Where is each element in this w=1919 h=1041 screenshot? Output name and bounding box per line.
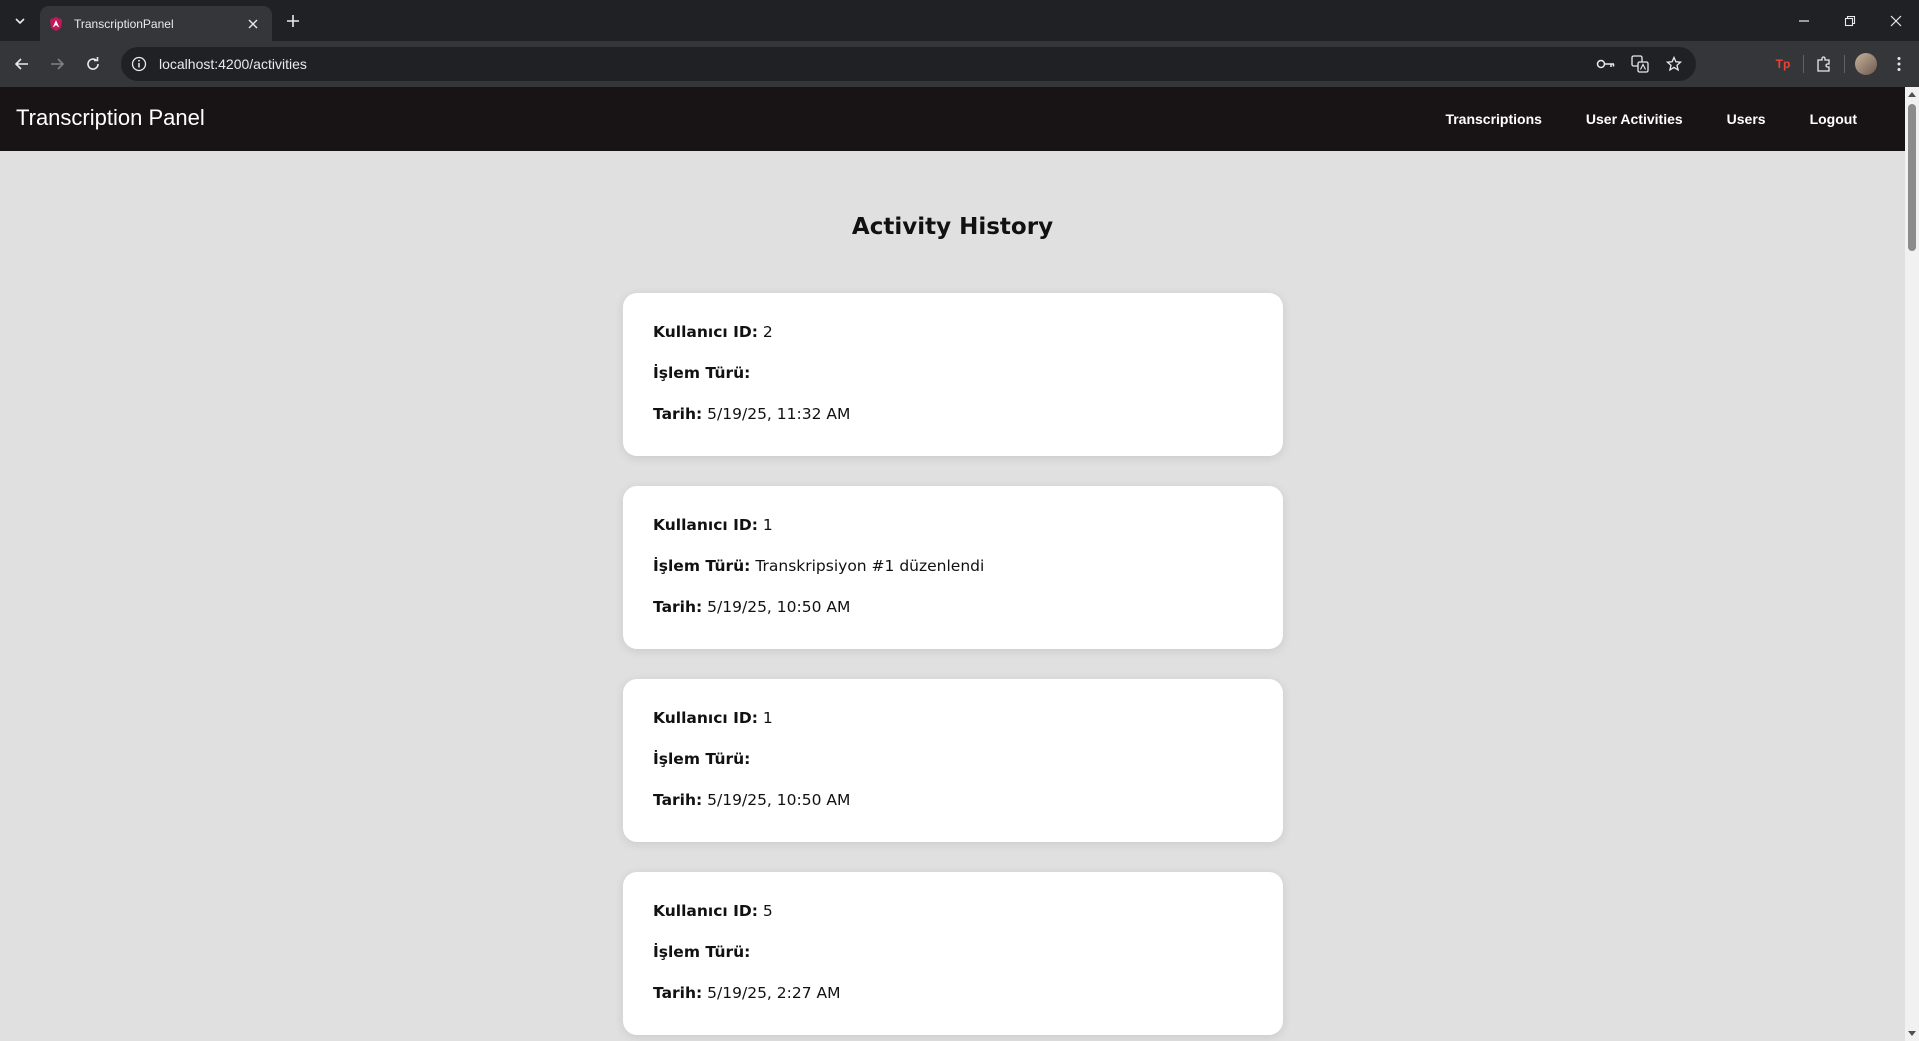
action-type-label: İşlem Türü: [653, 750, 751, 768]
translate-icon[interactable] [1630, 54, 1650, 74]
arrow-right-icon [51, 58, 65, 70]
user-id-value: 1 [762, 516, 773, 534]
activity-list: Kullanıcı ID: 2 İşlem Türü: Tarih: 5/19/… [623, 293, 1283, 1041]
user-id-label: Kullanıcı ID: [653, 709, 758, 727]
user-id-row: Kullanıcı ID: 1 [653, 512, 1253, 553]
close-icon [1890, 15, 1902, 26]
extension-badge: Tp [1775, 57, 1791, 71]
user-id-label: Kullanıcı ID: [653, 902, 758, 920]
chevron-down-icon [15, 18, 25, 25]
activity-card: Kullanıcı ID: 2 İşlem Türü: Tarih: 5/19/… [623, 293, 1283, 456]
site-info-icon[interactable] [131, 56, 147, 72]
app-header: Transcription Panel Transcriptions User … [0, 87, 1905, 151]
nav-users[interactable]: Users [1705, 111, 1788, 127]
nav-user-activities[interactable]: User Activities [1564, 111, 1705, 127]
browser-tabstrip: TranscriptionPanel [0, 0, 1919, 41]
toolbar-divider [1803, 55, 1804, 73]
url-text: localhost:4200/activities [159, 56, 307, 72]
date-value: 5/19/25, 11:32 AM [707, 405, 851, 423]
close-window-button[interactable] [1873, 0, 1919, 41]
restore-button[interactable] [1827, 0, 1873, 41]
bookmark-star-icon[interactable] [1664, 54, 1684, 74]
date-label: Tarih: [653, 791, 703, 809]
more-menu-icon[interactable] [1883, 51, 1915, 77]
profile-avatar[interactable] [1855, 53, 1877, 75]
page-scrollbar[interactable] [1905, 87, 1919, 1041]
minimize-button[interactable] [1781, 0, 1827, 41]
action-type-row: İşlem Türü: [653, 360, 1253, 401]
back-button[interactable] [8, 50, 36, 78]
minimize-icon [1799, 19, 1809, 22]
scroll-down-arrow-icon[interactable] [1905, 1027, 1919, 1041]
action-type-row: İşlem Türü: [653, 746, 1253, 787]
extension-area: Tp [1767, 51, 1915, 77]
extension-tp-icon[interactable]: Tp [1767, 51, 1799, 77]
activity-card: Kullanıcı ID: 1 İşlem Türü: Tarih: 5/19/… [623, 679, 1283, 842]
page-title: Activity History [851, 214, 1054, 240]
date-row: Tarih: 5/19/25, 10:50 AM [653, 594, 1253, 620]
new-tab-button[interactable] [280, 8, 306, 34]
date-row: Tarih: 5/19/25, 2:27 AM [653, 980, 1253, 1006]
date-label: Tarih: [653, 405, 703, 423]
action-type-value: Transkripsiyon #1 düzenlendi [755, 557, 985, 575]
user-id-row: Kullanıcı ID: 1 [653, 705, 1253, 746]
nav-transcriptions[interactable]: Transcriptions [1423, 111, 1563, 127]
password-key-icon[interactable] [1596, 54, 1616, 74]
reload-icon [87, 57, 99, 70]
user-id-value: 2 [762, 323, 773, 341]
user-id-value: 1 [762, 709, 773, 727]
activity-card: Kullanıcı ID: 5 İşlem Türü: Tarih: 5/19/… [623, 872, 1283, 1035]
activity-card: Kullanıcı ID: 1 İşlem Türü: Transkripsiy… [623, 486, 1283, 649]
scroll-up-arrow-icon[interactable] [1905, 87, 1919, 101]
date-label: Tarih: [653, 598, 703, 616]
reload-button[interactable] [79, 50, 107, 78]
date-row: Tarih: 5/19/25, 10:50 AM [653, 787, 1253, 813]
date-label: Tarih: [653, 984, 703, 1002]
browser-tab-active[interactable]: TranscriptionPanel [40, 6, 272, 41]
tab-search-button[interactable] [8, 9, 32, 33]
action-type-row: İşlem Türü: [653, 939, 1253, 980]
page-viewport: Transcription Panel Transcriptions User … [0, 87, 1919, 1041]
scrollbar-thumb[interactable] [1908, 104, 1916, 251]
top-nav: Transcriptions User Activities Users Log… [1423, 87, 1879, 151]
date-row: Tarih: 5/19/25, 11:32 AM [653, 401, 1253, 427]
user-id-label: Kullanıcı ID: [653, 323, 758, 341]
action-type-label: İşlem Türü: [653, 557, 751, 575]
toolbar-divider [1844, 55, 1845, 73]
nav-logout[interactable]: Logout [1788, 111, 1879, 127]
action-type-row: İşlem Türü: Transkripsiyon #1 düzenlendi [653, 553, 1253, 594]
extensions-puzzle-icon[interactable] [1808, 51, 1840, 77]
address-bar[interactable]: localhost:4200/activities [121, 47, 1696, 81]
user-id-value: 5 [762, 902, 773, 920]
user-id-label: Kullanıcı ID: [653, 516, 758, 534]
forward-button[interactable] [43, 50, 71, 78]
tab-title: TranscriptionPanel [74, 16, 174, 31]
date-value: 5/19/25, 10:50 AM [707, 791, 851, 809]
user-id-row: Kullanıcı ID: 2 [653, 319, 1253, 360]
date-value: 5/19/25, 10:50 AM [707, 598, 851, 616]
date-value: 5/19/25, 2:27 AM [707, 984, 841, 1002]
action-type-label: İşlem Türü: [653, 364, 751, 382]
omnibox-actions [1596, 54, 1696, 74]
arrow-left-icon [14, 58, 28, 70]
brand-title[interactable]: Transcription Panel [16, 105, 205, 131]
plus-icon [287, 15, 299, 27]
window-controls [1781, 0, 1919, 41]
action-type-label: İşlem Türü: [653, 943, 751, 961]
user-id-row: Kullanıcı ID: 5 [653, 898, 1253, 939]
restore-icon [1844, 15, 1856, 26]
tab-close-icon[interactable] [244, 15, 262, 33]
angular-favicon-icon [48, 16, 64, 32]
